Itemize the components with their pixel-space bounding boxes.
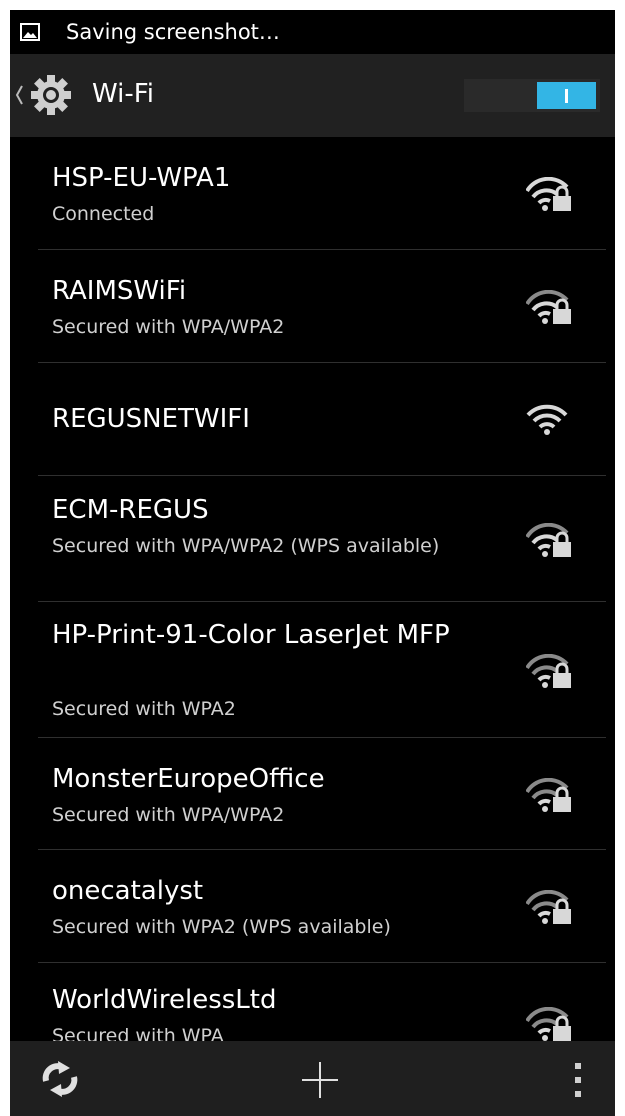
network-item[interactable]: REGUSNETWIFI [10,363,615,476]
network-status: Secured with WPA2 (WPS available) [52,916,391,938]
wifi-lock-icon [526,1007,571,1041]
chevron-left-icon[interactable] [14,80,24,110]
network-status: Secured with WPA/WPA2 [52,316,285,338]
wifi-lock-icon [526,290,571,324]
wifi-icon [526,404,568,435]
network-ssid: ECM-REGUS [52,495,209,525]
network-ssid: onecatalyst [52,876,204,906]
network-ssid: REGUSNETWIFI [52,404,250,434]
network-item[interactable]: HSP-EU-WPA1 Connected [10,137,615,250]
network-item[interactable]: MonsterEuropeOffice Secured with WPA/WPA… [10,738,615,850]
network-status: Secured with WPA/WPA2 [52,804,285,826]
toggle-on-indicator [565,89,568,103]
network-item[interactable]: ECM-REGUS Secured with WPA/WPA2 (WPS ava… [10,476,615,602]
network-ssid: MonsterEuropeOffice [52,764,325,794]
network-ssid: HSP-EU-WPA1 [52,163,231,193]
refresh-icon [42,1061,78,1097]
page-title: Wi-Fi [92,79,155,109]
network-ssid: HP-Print-91-Color LaserJet MFP [52,620,450,650]
network-item[interactable]: onecatalyst Secured with WPA2 (WPS avail… [10,850,615,963]
add-icon [302,1062,338,1098]
overflow-menu-button[interactable] [555,1041,605,1116]
network-item[interactable]: WorldWirelessLtd Secured with WPA [10,963,615,1043]
scan-button[interactable] [10,1041,110,1116]
gear-icon[interactable] [30,74,72,116]
status-bar: Saving screenshot… [10,10,615,54]
action-bar: Wi-Fi [10,54,615,137]
notification-text: Saving screenshot… [66,20,280,44]
wifi-toggle[interactable] [464,79,600,112]
overflow-menu-icon [575,1063,581,1097]
network-status: Secured with WPA/WPA2 (WPS available) [52,535,440,557]
wifi-lock-icon [526,778,571,812]
wifi-lock-icon [526,890,571,924]
wifi-lock-icon [526,523,571,557]
toggle-thumb [537,82,596,109]
image-icon [20,23,40,41]
bottom-action-bar [10,1041,615,1116]
add-network-button[interactable] [280,1041,360,1116]
screen: Saving screenshot… Wi-Fi HSP-EU-WPA1 Con… [10,10,615,1116]
network-item[interactable]: HP-Print-91-Color LaserJet MFP Secured w… [10,602,615,738]
network-status: Secured with WPA2 [52,698,236,720]
wifi-lock-icon [526,177,571,211]
wifi-lock-icon [526,654,571,688]
network-ssid: RAIMSWiFi [52,276,187,306]
network-item[interactable]: RAIMSWiFi Secured with WPA/WPA2 [10,250,615,363]
network-ssid: WorldWirelessLtd [52,985,277,1015]
network-status: Connected [52,203,155,225]
